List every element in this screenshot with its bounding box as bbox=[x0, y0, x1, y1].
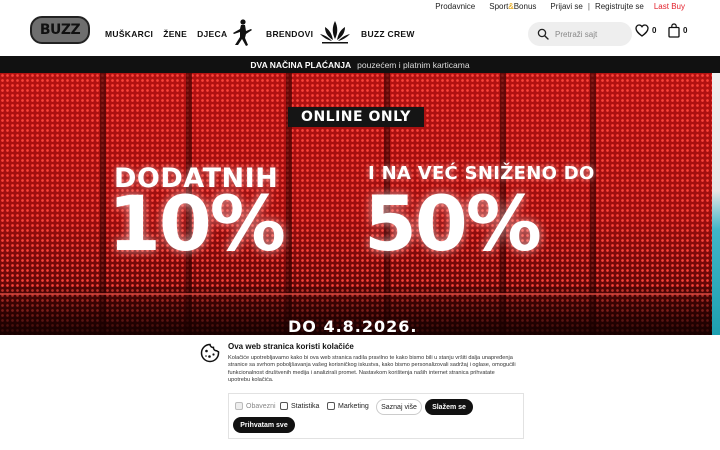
sport-bonus-link[interactable]: Sport&Bonus bbox=[489, 2, 536, 11]
shopping-bag-icon bbox=[668, 23, 680, 38]
learn-more-button[interactable]: Saznaj više bbox=[376, 399, 422, 415]
top-links: Prodavnice Sport&Bonus Prijavi se | Regi… bbox=[435, 2, 685, 11]
nav-item-men[interactable]: MUŠKARCI bbox=[105, 29, 153, 39]
payment-info-strip: DVA NAČINA PLAĆANJA pouzećem i platnim k… bbox=[0, 56, 720, 73]
adidas-originals-icon[interactable] bbox=[319, 19, 351, 45]
main-header: BUZZ MUŠKARCI ŽENE DJECA BRENDOVI BUZZ C… bbox=[0, 14, 720, 56]
cookie-description: Kolačiće upotrebljavamo kako bi ova web … bbox=[228, 355, 516, 384]
stores-link[interactable]: Prodavnice bbox=[435, 2, 475, 11]
payment-strip-subtitle: pouzećem i platnim karticama bbox=[357, 59, 470, 70]
top-utility-bar: Prodavnice Sport&Bonus Prijavi se | Regi… bbox=[0, 0, 720, 14]
wishlist-button[interactable]: 0 bbox=[635, 24, 656, 37]
hero-floor-line bbox=[0, 293, 712, 295]
heart-icon bbox=[635, 24, 649, 37]
nav-item-brands[interactable]: BRENDOVI bbox=[266, 29, 313, 39]
sport-bonus-part-1: Sport bbox=[489, 2, 509, 11]
cookie-consent-banner: Ova web stranica koristi kolačiće Kolači… bbox=[0, 335, 720, 450]
checkbox-statistics-label[interactable]: Statistika bbox=[291, 403, 319, 410]
checkbox-necessary-box bbox=[235, 402, 243, 410]
hero-right-percent: 50% bbox=[364, 179, 542, 268]
logo-text: BUZZ bbox=[39, 22, 81, 38]
cookie-title: Ova web stranica koristi kolačiće bbox=[228, 342, 354, 351]
checkbox-marketing-label[interactable]: Marketing bbox=[338, 403, 369, 410]
online-only-badge: ONLINE ONLY bbox=[288, 107, 424, 127]
wishlist-count: 0 bbox=[652, 26, 657, 35]
search-icon[interactable] bbox=[537, 28, 549, 40]
last-buy-link[interactable]: Last Buy bbox=[654, 2, 685, 11]
payment-strip-title: DVA NAČINA PLAĆANJA bbox=[250, 59, 352, 70]
cookie-options-panel: Obavezni Statistika Marketing Saznaj viš… bbox=[228, 393, 524, 439]
hero-date: DO 4.8.2026. bbox=[288, 317, 418, 335]
checkbox-statistics-box[interactable] bbox=[280, 402, 288, 410]
cookie-icon bbox=[200, 343, 220, 363]
buzz-logo[interactable]: BUZZ bbox=[30, 16, 90, 44]
jordan-jumpman-icon[interactable] bbox=[228, 18, 256, 48]
agree-button[interactable]: Slažem se bbox=[425, 399, 473, 415]
cart-count: 0 bbox=[683, 26, 688, 35]
checkbox-marketing-box[interactable] bbox=[327, 402, 335, 410]
accept-all-button[interactable]: Prihvatam sve bbox=[233, 417, 295, 433]
checkbox-necessary: Obavezni bbox=[235, 402, 276, 410]
next-slide-peek[interactable] bbox=[712, 73, 720, 335]
nav-item-women[interactable]: ŽENE bbox=[163, 29, 187, 39]
login-link[interactable]: Prijavi se bbox=[550, 2, 582, 11]
sport-bonus-part-2: Bonus bbox=[513, 2, 537, 11]
checkbox-marketing[interactable]: Marketing bbox=[327, 402, 369, 410]
nav-item-kids[interactable]: DJECA bbox=[197, 29, 227, 39]
hero-banner[interactable]: ONLINE ONLY DODATNIH 10% I NA VEĆ SNIŽEN… bbox=[0, 73, 712, 335]
checkbox-necessary-label: Obavezni bbox=[246, 402, 276, 410]
search-input[interactable] bbox=[555, 29, 625, 39]
cart-button[interactable]: 0 bbox=[668, 23, 687, 38]
main-nav: MUŠKARCI ŽENE DJECA bbox=[105, 29, 227, 39]
top-links-separator: | bbox=[587, 2, 590, 11]
register-link[interactable]: Registrujte se bbox=[595, 2, 644, 11]
search-bar[interactable] bbox=[528, 22, 632, 46]
nav-item-buzz-crew[interactable]: BUZZ CREW bbox=[361, 29, 415, 39]
checkbox-statistics[interactable]: Statistika bbox=[280, 402, 319, 410]
hero-left-percent: 10% bbox=[108, 179, 286, 268]
